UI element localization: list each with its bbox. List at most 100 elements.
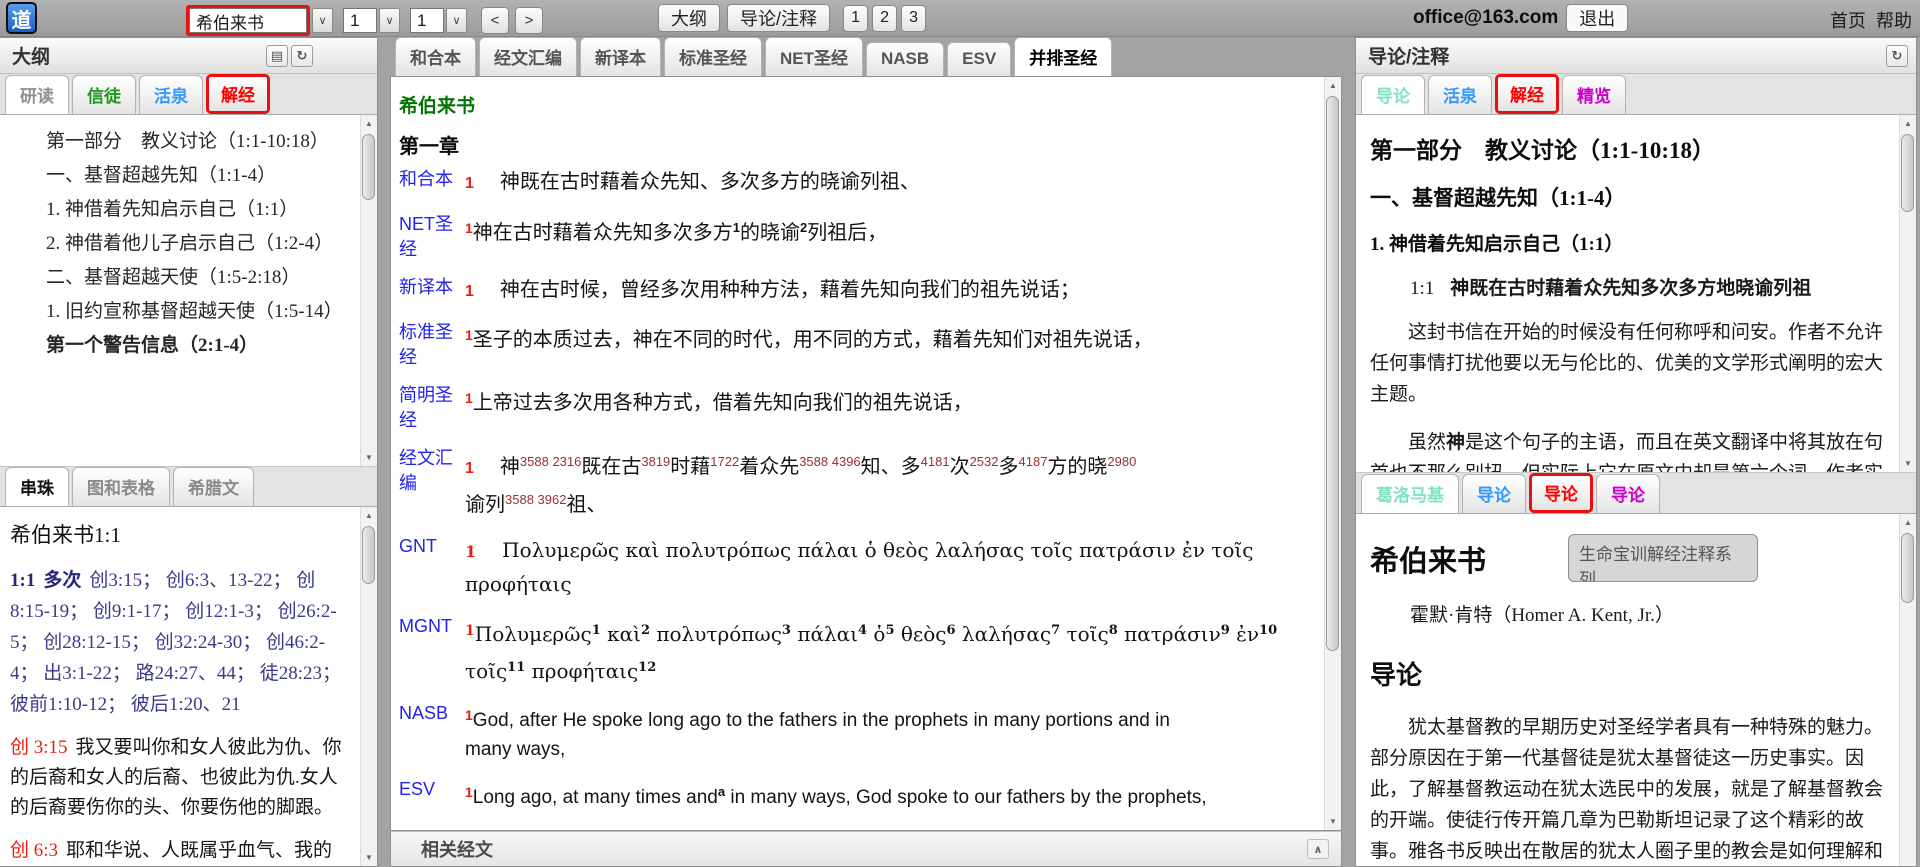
outline-item[interactable]: 第一部分 教义讨论（1:1-10:18）: [8, 128, 347, 155]
tab-outline-活泉[interactable]: 活泉: [139, 75, 203, 114]
verse-number[interactable]: 1: [465, 707, 473, 723]
commentary-refresh-icon[interactable]: ↻: [1886, 45, 1908, 67]
outline-list-icon[interactable]: ▤: [266, 45, 288, 67]
outline-item[interactable]: 第一个警告信息（2:1-4）: [8, 332, 347, 359]
verse-number[interactable]: 1: [465, 542, 476, 561]
tab-outline-信徒[interactable]: 信徒: [72, 75, 136, 114]
collapse-icon[interactable]: ∧: [1307, 839, 1329, 859]
verse-number[interactable]: 1: [465, 283, 474, 300]
tab-bible-新译本[interactable]: 新译本: [580, 37, 661, 76]
tab-bible-和合本[interactable]: 和合本: [395, 37, 476, 76]
tab-source-导论[interactable]: 导论: [1529, 473, 1593, 513]
version-label-和合本[interactable]: 和合本: [399, 167, 465, 199]
verse-select-arrow-icon[interactable]: ∨: [446, 8, 467, 33]
version-label-GNT[interactable]: GNT: [399, 534, 465, 601]
crossref-link[interactable]: 创6:3、13-22: [166, 570, 273, 591]
tab-source-导论[interactable]: 导论: [1462, 474, 1526, 513]
version-label-ASV[interactable]: ASV: [399, 825, 465, 831]
scroll-thumb[interactable]: [362, 526, 375, 584]
outline-scrollbar[interactable]: ▲ ▼: [360, 115, 377, 466]
outline-item[interactable]: 一、基督超越先知（1:1-4）: [8, 162, 347, 189]
tab-commentary-导论[interactable]: 导论: [1361, 75, 1425, 114]
scroll-thumb[interactable]: [362, 134, 375, 200]
crossref-link[interactable]: 彼后1:20、21: [131, 694, 241, 715]
outline-item[interactable]: 二、基督超越天使（1:5-2:18）: [8, 264, 347, 291]
commentary-intro-scrollbar[interactable]: ▲: [1899, 514, 1916, 866]
prev-verse-button[interactable]: <: [481, 7, 509, 34]
help-link[interactable]: 帮助: [1876, 7, 1912, 33]
verse-number[interactable]: 1: [465, 220, 473, 236]
crossref-link[interactable]: 创12:1-3: [185, 601, 254, 622]
crossref-link[interactable]: 徒28:23: [260, 663, 322, 684]
tab-crossref-串珠[interactable]: 串珠: [5, 467, 69, 506]
tab-crossref-图和表格[interactable]: 图和表格: [72, 467, 170, 506]
intro-panel-button[interactable]: 导论/注释: [727, 4, 830, 32]
crossref-link[interactable]: 彼前1:10-12: [10, 694, 107, 715]
tab-outline-研读[interactable]: 研读: [5, 75, 69, 114]
version-label-经文汇编[interactable]: 经文汇编: [399, 446, 465, 521]
verse-number[interactable]: 1: [465, 784, 473, 800]
tab-bible-经文汇编[interactable]: 经文汇编: [479, 37, 577, 76]
verse-number[interactable]: 1: [465, 390, 473, 406]
scroll-up-icon[interactable]: ▲: [1900, 514, 1916, 531]
scroll-up-icon[interactable]: ▲: [1325, 77, 1341, 94]
outline-item[interactable]: 2. 神借着他儿子启示自己（1:2-4）: [8, 230, 347, 257]
home-link[interactable]: 首页: [1830, 7, 1866, 33]
scroll-down-icon[interactable]: ▼: [1900, 455, 1916, 472]
version-label-NASB[interactable]: NASB: [399, 701, 465, 764]
crossref-scrollbar[interactable]: ▲ ▼: [360, 507, 377, 866]
tab-bible-NET圣经[interactable]: NET圣经: [765, 37, 863, 76]
crossref-verse-ref[interactable]: 创 6:3: [10, 840, 58, 861]
version-label-MGNT[interactable]: MGNT: [399, 614, 465, 688]
crossref-link[interactable]: 创28:12-15: [43, 632, 131, 653]
crossref-link[interactable]: 创3:15: [89, 570, 142, 591]
crossref-link[interactable]: 路24:27、44: [136, 663, 236, 684]
tab-bible-NASB[interactable]: NASB: [866, 42, 944, 76]
tab-bible-标准圣经[interactable]: 标准圣经: [664, 37, 762, 76]
tab-bible-并排圣经[interactable]: 并排圣经: [1014, 37, 1112, 76]
verse-select[interactable]: 1: [410, 8, 444, 33]
version-label-标准圣经[interactable]: 标准圣经: [399, 320, 465, 370]
crossref-link[interactable]: 创32:24-30: [155, 632, 243, 653]
tab-commentary-解经[interactable]: 解经: [1495, 74, 1559, 114]
scroll-thumb[interactable]: [1901, 533, 1914, 603]
tab-bible-ESV[interactable]: ESV: [947, 42, 1011, 76]
chapter-select[interactable]: 1: [343, 8, 377, 33]
chapter-select-arrow-icon[interactable]: ∨: [379, 8, 400, 33]
tab-commentary-活泉[interactable]: 活泉: [1428, 75, 1492, 114]
next-verse-button[interactable]: >: [515, 7, 543, 34]
pane-count-3-button[interactable]: 3: [901, 5, 926, 32]
crossref-link[interactable]: 出3:1-22: [43, 663, 112, 684]
tab-crossref-希腊文[interactable]: 希腊文: [173, 467, 254, 506]
scroll-down-icon[interactable]: ▼: [1325, 813, 1341, 830]
app-logo[interactable]: 道: [6, 2, 37, 34]
scroll-down-icon[interactable]: ▼: [361, 849, 377, 866]
crossref-verse-ref[interactable]: 创 3:15: [10, 737, 68, 758]
version-label-NET圣经[interactable]: NET圣经: [399, 212, 465, 262]
verse-number[interactable]: 1: [465, 327, 473, 343]
scroll-up-icon[interactable]: ▲: [361, 507, 377, 524]
tab-outline-解经[interactable]: 解经: [206, 74, 270, 114]
version-label-简明圣经[interactable]: 简明圣经: [399, 383, 465, 433]
book-select[interactable]: 希伯来书: [189, 8, 307, 33]
outline-item[interactable]: 1. 神借着先知启示自己（1:1）: [8, 196, 347, 223]
pane-count-1-button[interactable]: 1: [843, 5, 868, 32]
outline-refresh-icon[interactable]: ↻: [291, 45, 313, 67]
scroll-thumb[interactable]: [1326, 96, 1339, 651]
verse-number[interactable]: 1: [465, 175, 474, 192]
crossref-link[interactable]: 创9:1-17: [93, 601, 162, 622]
bible-scrollbar[interactable]: ▲ ▼: [1324, 77, 1341, 830]
version-label-新译本[interactable]: 新译本: [399, 275, 465, 307]
outline-panel-button[interactable]: 大纲: [658, 4, 720, 32]
scroll-down-icon[interactable]: ▼: [361, 449, 377, 466]
logout-button[interactable]: 退出: [1566, 4, 1628, 32]
verse-number[interactable]: 1: [465, 460, 474, 477]
tab-source-导论[interactable]: 导论: [1596, 474, 1660, 513]
verse-number[interactable]: 1: [465, 623, 475, 639]
book-select-arrow-icon[interactable]: ∨: [312, 8, 333, 33]
scroll-up-icon[interactable]: ▲: [361, 115, 377, 132]
outline-item[interactable]: 1. 旧约宣称基督超越天使（1:5-14）: [8, 298, 347, 325]
scroll-thumb[interactable]: [1901, 134, 1914, 212]
pane-count-2-button[interactable]: 2: [872, 5, 897, 32]
tab-commentary-精览[interactable]: 精览: [1562, 75, 1626, 114]
